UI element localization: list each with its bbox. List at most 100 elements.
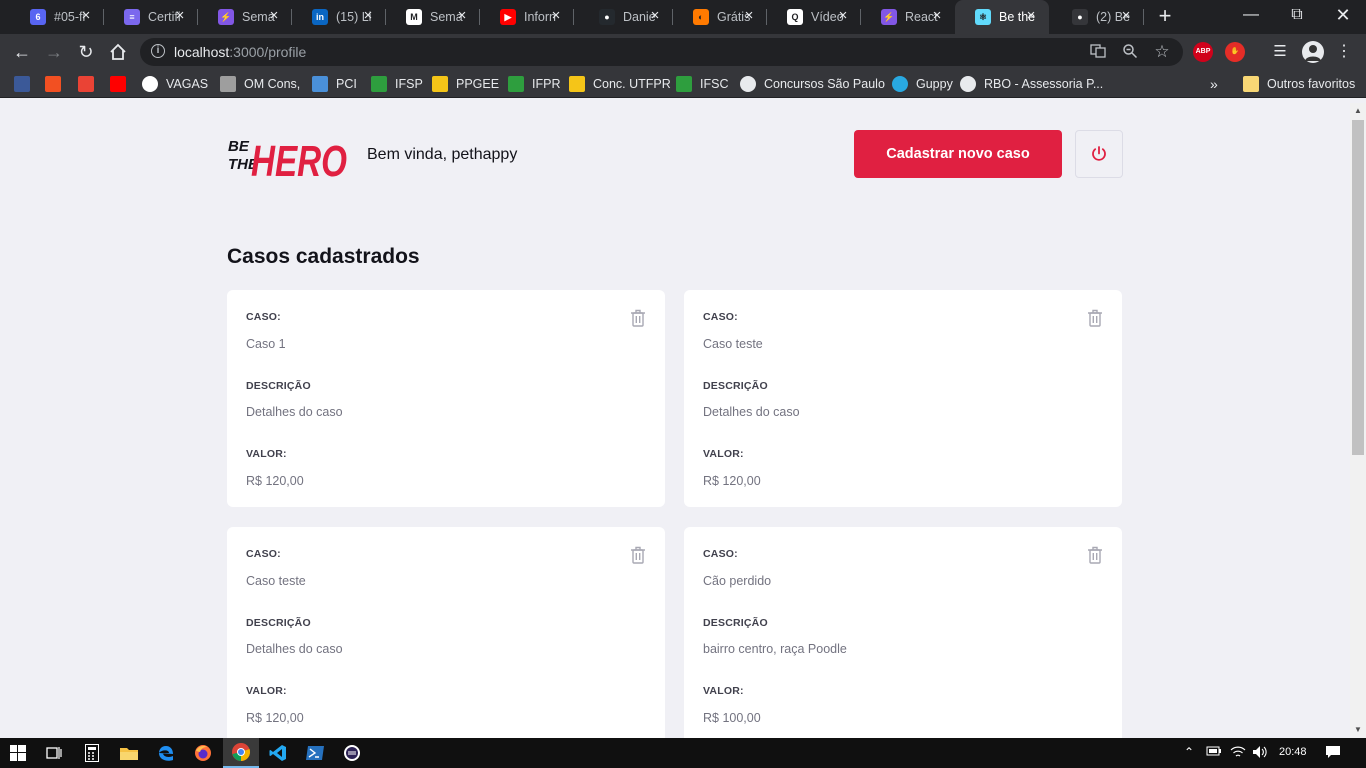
browser-tab[interactable]: ● Danie × [579,0,673,34]
tab-close-icon[interactable]: × [172,8,188,24]
delete-case-trash-icon[interactable] [1087,309,1103,327]
bookmark-item[interactable]: Conc. UTFPR [569,76,671,92]
bookmark-item[interactable] [110,76,126,92]
tab-close-icon[interactable]: × [1118,8,1134,24]
bookmark-item[interactable] [45,76,61,92]
close-window-button[interactable]: ✕ [1320,0,1366,32]
browser-menu-icon[interactable]: ⋮ [1332,40,1356,64]
windows-start-icon[interactable] [7,742,29,764]
scrollbar-thumb[interactable] [1352,120,1364,455]
bookmark-item[interactable]: VAGAS [142,76,208,92]
home-button[interactable] [106,40,130,64]
bookmark-item[interactable]: OM Cons, [220,76,300,92]
browser-tab[interactable]: ⚡ React × [861,0,955,34]
vscode-icon[interactable] [267,742,289,764]
browser-tab[interactable]: Q Vídeo × [767,0,861,34]
delete-case-trash-icon[interactable] [630,309,646,327]
tab-separator [573,9,574,25]
bookmarks-overflow-button[interactable]: » [1210,76,1218,92]
reload-button[interactable]: ↻ [74,40,98,64]
browser-tab[interactable]: ● (2) Be × [1052,0,1144,34]
tab-close-icon[interactable]: × [78,8,94,24]
firefox-icon[interactable] [192,742,214,764]
bookmark-item[interactable]: PCI [312,76,357,92]
bookmark-item[interactable]: IFSC [676,76,728,92]
tab-close-icon[interactable]: × [266,8,282,24]
tab-close-icon[interactable]: × [360,8,376,24]
tab-close-icon[interactable]: × [929,8,945,24]
scroll-down-arrow-icon[interactable]: ▼ [1353,725,1363,735]
adblock-plus-icon[interactable]: ABP [1193,42,1213,62]
browser-tab[interactable]: M Sema × [386,0,480,34]
bookmark-item[interactable]: Concursos São Paulo [740,76,885,92]
browser-tab[interactable]: ▶ Inforn × [480,0,574,34]
file-explorer-icon[interactable] [118,742,140,764]
site-info-icon[interactable]: i [151,44,165,58]
new-tab-button[interactable]: + [1155,5,1175,27]
case-card: CASO: Caso 1 DESCRIÇÃO Detalhes do caso VALO… [227,290,665,507]
adblock-hand-icon[interactable]: ✋ [1225,42,1245,62]
bookmark-item[interactable] [78,76,94,92]
tab-close-icon[interactable]: × [1023,8,1039,24]
address-bar[interactable]: i localhost:3000/profile ☆ [140,38,1183,66]
clock-time[interactable]: 20:48 [1279,746,1307,758]
bookmark-star-icon[interactable]: ☆ [1153,43,1171,61]
restore-button[interactable]: ⧉ [1274,0,1320,32]
profile-avatar[interactable] [1302,41,1324,63]
logo-hero-text: HERO [251,137,347,181]
browser-tab[interactable]: in (15) Li × [292,0,386,34]
folder-icon [1243,76,1259,92]
bookmark-item[interactable]: IFPR [508,76,560,92]
case-title-value: Caso teste [246,574,306,588]
scroll-up-arrow-icon[interactable]: ▲ [1353,106,1363,116]
case-value-label: VALOR: [703,448,744,460]
tab-favicon-icon: ≡ [124,9,140,25]
bookmark-item[interactable]: RBO - Assessoria P... [960,76,1103,92]
bookmark-item[interactable]: IFSP [371,76,423,92]
translate-icon[interactable] [1089,43,1107,61]
bookmark-item[interactable]: Guppy [892,76,953,92]
other-bookmarks-folder[interactable]: Outros favoritos [1243,76,1355,92]
media-control-icon[interactable]: ☰ [1268,40,1292,64]
bookmark-favicon-icon [960,76,976,92]
browser-tab[interactable]: 6 #05-fi × [10,0,104,34]
bookmark-item[interactable]: PPGEE [432,76,499,92]
notifications-icon[interactable] [1325,745,1341,762]
browser-tab[interactable]: ⚡ Sema × [198,0,292,34]
bookmark-item[interactable] [14,76,30,92]
tab-close-icon[interactable]: × [454,8,470,24]
tab-close-icon[interactable]: × [741,8,757,24]
browser-tab[interactable]: ◐ Grátis × [673,0,767,34]
tab-close-icon[interactable]: × [548,8,564,24]
home-icon [110,43,126,60]
browser-tab[interactable]: ⚛ Be the × [955,0,1049,34]
windows-taskbar: ⌃ 20:48 [0,738,1366,768]
volume-icon[interactable] [1252,745,1268,762]
logout-button[interactable] [1075,130,1123,178]
edge-browser-icon[interactable] [155,742,177,764]
delete-case-trash-icon[interactable] [630,546,646,564]
calculator-icon[interactable] [81,742,103,764]
forward-button[interactable]: → [42,40,66,64]
browser-tab[interactable]: ≡ Certifi × [104,0,198,34]
powershell-icon[interactable] [304,742,326,764]
bookmark-favicon-icon [220,76,236,92]
zoom-icon[interactable] [1121,43,1139,61]
case-title-label: CASO: [703,548,738,560]
url-text[interactable]: localhost:3000/profile [174,44,306,60]
tray-overflow-icon[interactable]: ⌃ [1184,745,1194,759]
battery-icon[interactable] [1206,745,1222,760]
task-view-icon[interactable] [43,742,65,764]
new-case-button[interactable]: Cadastrar novo caso [854,130,1062,178]
page-scrollbar[interactable]: ▲ ▼ [1350,103,1366,738]
eclipse-icon[interactable] [341,742,363,764]
chrome-taskbar-icon[interactable] [223,738,259,768]
delete-case-trash-icon[interactable] [1087,546,1103,564]
bookmark-label: Conc. UTFPR [593,77,671,91]
tab-close-icon[interactable]: × [647,8,663,24]
wifi-icon[interactable] [1230,745,1246,762]
back-button[interactable]: ← [10,40,34,64]
tab-favicon-icon: ◐ [693,9,709,25]
minimize-button[interactable]: — [1228,0,1274,32]
tab-close-icon[interactable]: × [835,8,851,24]
